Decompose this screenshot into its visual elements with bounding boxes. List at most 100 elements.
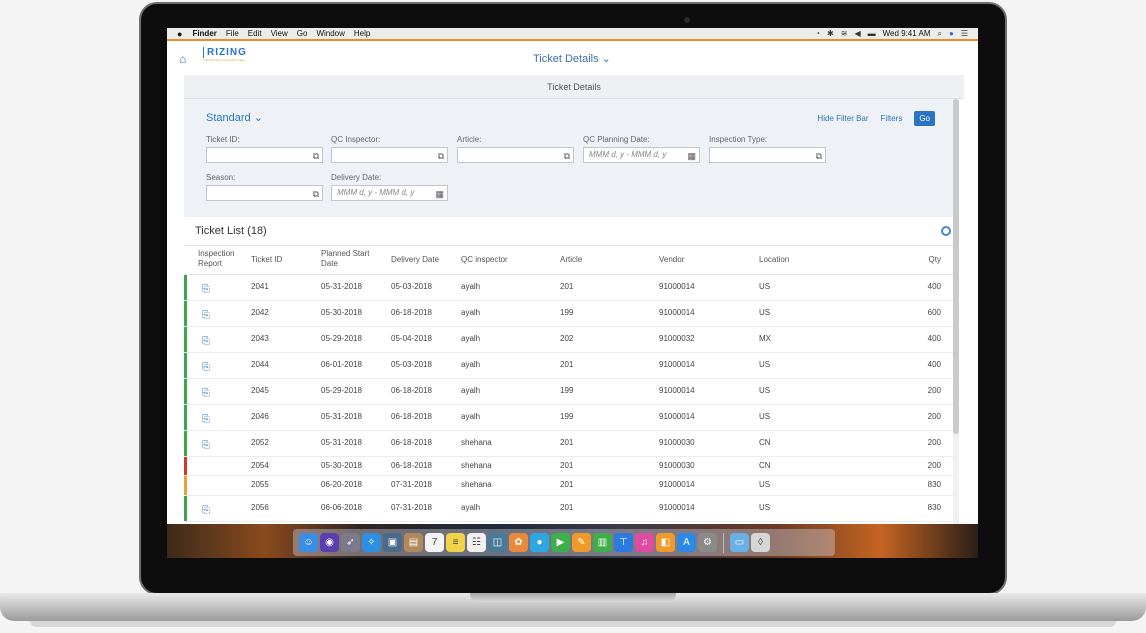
pages-icon[interactable]: ✎ — [572, 533, 591, 552]
trash-icon[interactable]: ◊ — [751, 533, 770, 552]
scrollbar-thumb[interactable] — [953, 99, 959, 434]
status-indicator — [184, 431, 187, 456]
notes-icon[interactable]: ≡ — [446, 533, 465, 552]
notification-center-icon[interactable]: ☰ — [961, 29, 968, 38]
inspection-report-icon[interactable]: ⎘ — [202, 336, 210, 347]
status-indicator — [184, 379, 187, 404]
inspection-report-icon[interactable]: ⎘ — [202, 388, 210, 399]
filter-qc-inspector: QC Inspector: ⧉ — [331, 135, 448, 163]
inspection-report-icon[interactable]: ⎘ — [202, 310, 210, 321]
table-row[interactable]: ⎘ 2046 05-31-2018 06-18-2018 ayalh 199 9100001… — [184, 405, 955, 431]
calendar-icon[interactable]: 7 — [425, 533, 444, 552]
inspection-report-icon[interactable]: ⎘ — [202, 505, 210, 516]
keynote-icon[interactable]: ⊤ — [614, 533, 633, 552]
col-ticket-id[interactable]: Ticket ID — [251, 255, 282, 265]
value-help-icon[interactable]: ⧉ — [313, 187, 319, 201]
value-help-icon[interactable]: ⧉ — [438, 149, 444, 163]
photo-booth-icon[interactable]: ◫ — [488, 533, 507, 552]
qc-planning-date-input[interactable]: MMM d, y - MMM d, y ▦ — [583, 147, 700, 163]
table-row[interactable]: ⎘ 2052 05-31-2018 06-18-2018 shehana 201 91000… — [184, 431, 955, 457]
inspection-report-icon[interactable]: ⎘ — [202, 414, 210, 425]
qc-inspector-input[interactable]: ⧉ — [331, 147, 448, 163]
table-row[interactable]: ⎘ 2044 06-01-2018 05-03-2018 ayalh 201 9100001… — [184, 353, 955, 379]
col-inspection-report[interactable]: Inspection Report — [198, 249, 242, 269]
filter-inspection-type: Inspection Type: ⧉ — [709, 135, 826, 163]
article-cell: 201 — [560, 360, 574, 369]
messages-icon[interactable]: ● — [530, 533, 549, 552]
col-location[interactable]: Location — [759, 255, 789, 265]
table-row[interactable]: ⎘ 2041 05-31-2018 05-03-2018 ayalh 201 9100001… — [184, 275, 955, 301]
hide-filter-bar-button[interactable]: Hide Filter Bar — [817, 114, 868, 123]
facetime-icon[interactable]: ▶ — [551, 533, 570, 552]
value-help-icon[interactable]: ⧉ — [564, 149, 570, 163]
season-input[interactable]: ⧉ — [206, 185, 323, 201]
ibooks-icon[interactable]: ◧ — [656, 533, 675, 552]
calendar-icon[interactable]: ▦ — [435, 187, 444, 201]
app-store-icon[interactable]: A — [677, 533, 696, 552]
table-row[interactable]: ⎘ 2042 05-30-2018 06-18-2018 ayalh 199 9100001… — [184, 301, 955, 327]
system-preferences-icon[interactable]: ⚙ — [698, 533, 717, 552]
bluetooth-icon[interactable]: ✱ — [827, 29, 834, 38]
col-vendor[interactable]: Vendor — [659, 255, 684, 265]
inspection-type-input[interactable]: ⧉ — [709, 147, 826, 163]
article-cell: 201 — [560, 461, 574, 470]
photo-browser-icon[interactable]: ▣ — [383, 533, 402, 552]
table-row[interactable]: ⎘ 2045 05-29-2018 06-18-2018 ayalh 199 9100001… — [184, 379, 955, 405]
settings-icon[interactable] — [941, 226, 951, 236]
home-icon[interactable]: ⌂ — [179, 52, 186, 66]
mac-menubar: ● Finder File Edit View Go Window Help ◔… — [167, 28, 978, 41]
siri-icon[interactable]: ◉ — [320, 533, 339, 552]
status-indicator — [184, 327, 187, 352]
menu-help[interactable]: Help — [354, 29, 370, 38]
article-cell: 202 — [560, 334, 574, 343]
col-delivery-date[interactable]: Delivery Date — [391, 255, 439, 265]
numbers-icon[interactable]: ▥ — [593, 533, 612, 552]
col-qc-inspector[interactable]: QC inspector — [461, 255, 508, 265]
value-help-icon[interactable]: ⧉ — [816, 149, 822, 163]
siri-menubar-icon[interactable]: ● — [949, 29, 954, 38]
inspection-report-icon[interactable]: ⎘ — [202, 362, 210, 373]
menu-finder[interactable]: Finder — [192, 29, 216, 38]
table-row[interactable]: ⎘ 2043 05-29-2018 05-04-2018 ayalh 202 9100003… — [184, 327, 955, 353]
inspection-report-icon[interactable]: ⎘ — [202, 440, 210, 451]
inspection-report-icon[interactable]: ⎘ — [202, 284, 210, 295]
menu-window[interactable]: Window — [316, 29, 344, 38]
table-row[interactable]: ⎘ 2056 06-06-2018 07-31-2018 ayalh 201 9100001… — [184, 496, 955, 522]
menu-file[interactable]: File — [226, 29, 239, 38]
finder-icon[interactable]: ☺ — [299, 533, 318, 552]
reminders-icon[interactable]: ☷ — [467, 533, 486, 552]
clock[interactable]: Wed 9:41 AM — [883, 29, 931, 38]
delivery-date-input[interactable]: MMM d, y - MMM d, y ▦ — [331, 185, 448, 201]
planned-start-cell: 06-06-2018 — [321, 503, 362, 512]
article-input[interactable]: ⧉ — [457, 147, 574, 163]
wifi-icon[interactable]: ≋ — [841, 29, 848, 38]
menu-go[interactable]: Go — [297, 29, 308, 38]
page-title-menu[interactable]: Ticket Details ⌄ — [533, 52, 611, 65]
safari-icon[interactable]: ✧ — [362, 533, 381, 552]
filters-button[interactable]: Filters — [881, 114, 903, 123]
menu-edit[interactable]: Edit — [248, 29, 262, 38]
photos-icon[interactable]: ✿ — [509, 533, 528, 552]
inspector-cell: shehana — [461, 438, 492, 447]
ticket-id-input[interactable]: ⧉ — [206, 147, 323, 163]
table-row[interactable]: 2054 05-30-2018 06-18-2018 shehana 201 910000… — [184, 457, 955, 476]
col-article[interactable]: Article — [560, 255, 582, 265]
time-machine-icon[interactable]: ◔ — [815, 29, 820, 38]
col-planned-start-date[interactable]: Planned Start Date — [321, 249, 379, 269]
spotlight-icon[interactable]: ⌕ — [938, 29, 942, 39]
itunes-icon[interactable]: ♫ — [635, 533, 654, 552]
table-row[interactable]: 2055 06-20-2018 07-31-2018 shehana 201 910000… — [184, 476, 955, 496]
go-button[interactable]: Go — [914, 111, 935, 126]
contacts-icon[interactable]: ▤ — [404, 533, 423, 552]
filter-delivery-date: Delivery Date: MMM d, y - MMM d, y ▦ — [331, 173, 448, 201]
variant-management[interactable]: Standard ⌄ — [206, 111, 263, 124]
value-help-icon[interactable]: ⧉ — [313, 149, 319, 163]
volume-icon[interactable]: ◀ — [854, 29, 860, 38]
launchpad-icon[interactable]: ➶ — [341, 533, 360, 552]
calendar-icon[interactable]: ▦ — [687, 149, 696, 163]
downloads-folder-icon[interactable]: ▭ — [730, 533, 749, 552]
col-qty[interactable]: Qty — [929, 255, 941, 265]
battery-icon[interactable]: ▬ — [868, 29, 876, 38]
menu-view[interactable]: View — [271, 29, 288, 38]
apple-menu-icon[interactable]: ● — [177, 29, 182, 39]
